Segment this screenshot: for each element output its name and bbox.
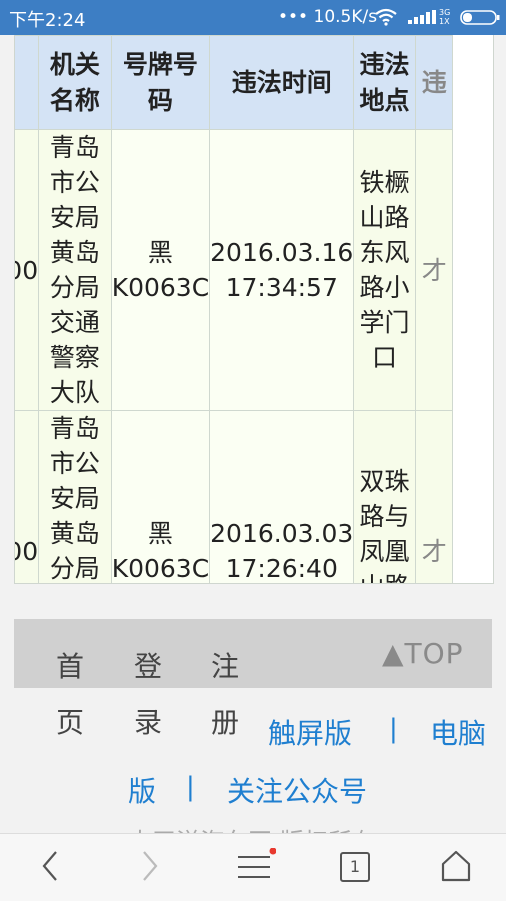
back-to-top-button[interactable]: ▲TOP — [382, 637, 464, 670]
status-bar: 下午2:24 ••• 10.5K/s 3G 1X — [0, 0, 506, 35]
table-row: 00 青岛市公安局黄岛分局交通警察大队 黑K0063C 2016.03.03 1… — [15, 410, 454, 583]
notification-dot-icon — [269, 848, 276, 855]
footer-nav-bar: 首页 登录 注册 ▲TOP — [14, 619, 492, 739]
touch-version-link[interactable]: 触屏版 — [268, 712, 352, 752]
cell-agency: 青岛市公安局黄岛分局交通警察大队 — [38, 129, 112, 411]
col-header-clipped-left — [15, 35, 40, 130]
network-speed: ••• 10.5K/s — [278, 7, 378, 27]
register-link-label: 注册 — [211, 650, 240, 739]
login-link-label: 登录 — [134, 650, 163, 739]
home-link-label: 首页 — [56, 650, 85, 739]
col-header-location: 违法地点 — [353, 35, 416, 130]
menu-icon[interactable] — [236, 848, 276, 884]
cell-clipped-left: 00 — [15, 410, 40, 583]
browser-toolbar: 1 — [0, 833, 506, 901]
cell-plate: 黑K0063C — [110, 129, 211, 411]
col-header-plate: 号牌号码 — [110, 35, 211, 130]
login-link[interactable]: 登录 — [134, 639, 164, 751]
register-link[interactable]: 注册 — [211, 639, 241, 751]
home-icon[interactable] — [440, 848, 472, 884]
table-header-row: 机关名称 号牌号码 违法时间 违法地点 违 — [15, 35, 454, 130]
footer-separator: | — [389, 714, 398, 744]
battery-icon — [460, 10, 500, 25]
cell-time: 2016.03.16 17:34:57 — [209, 129, 355, 411]
cell-location: 双珠路与凤凰山路路口 — [353, 410, 416, 583]
col-header-time: 违法时间 — [209, 35, 355, 130]
cell-clipped-left: 00 — [15, 129, 40, 411]
back-arrow-icon[interactable] — [38, 848, 62, 884]
forward-arrow-icon[interactable] — [138, 848, 162, 884]
col-header-clipped-right: 违 — [414, 35, 454, 130]
cell-clipped-right: 才 — [414, 410, 454, 583]
col-header-agency: 机关名称 — [38, 35, 112, 130]
cell-plate: 黑K0063C — [110, 410, 211, 583]
pc-version-link[interactable]: 电脑 — [430, 712, 486, 752]
follow-official-account-link[interactable]: 关注公众号 — [227, 770, 367, 810]
cell-location: 铁橛山路东风路小学门口 — [353, 129, 416, 411]
more-dots-icon: ••• — [278, 7, 309, 27]
cell-clipped-right: 才 — [414, 129, 454, 411]
pc-version-link-wrap[interactable]: 版 — [128, 770, 156, 810]
home-link[interactable]: 首页 — [56, 639, 86, 751]
violation-table-viewport[interactable]: 机关名称 号牌号码 违法时间 违法地点 违 00 青岛市公安局黄岛分局交通警察大… — [14, 35, 494, 584]
tab-count: 1 — [349, 857, 361, 876]
tabs-button[interactable]: 1 — [340, 852, 370, 882]
footer-separator: | — [186, 772, 195, 802]
signal-icon — [408, 10, 436, 24]
table-row: 00 青岛市公安局黄岛分局交通警察大队 黑K0063C 2016.03.16 1… — [15, 129, 454, 411]
cell-time: 2016.03.03 17:26:40 — [209, 410, 355, 583]
status-time: 下午2:24 — [9, 10, 86, 31]
violation-table: 机关名称 号牌号码 违法时间 违法地点 违 00 青岛市公安局黄岛分局交通警察大… — [15, 35, 454, 583]
network-type: 3G 1X — [439, 8, 451, 26]
wifi-icon — [375, 8, 397, 26]
cell-agency: 青岛市公安局黄岛分局交通警察大队 — [38, 410, 112, 583]
